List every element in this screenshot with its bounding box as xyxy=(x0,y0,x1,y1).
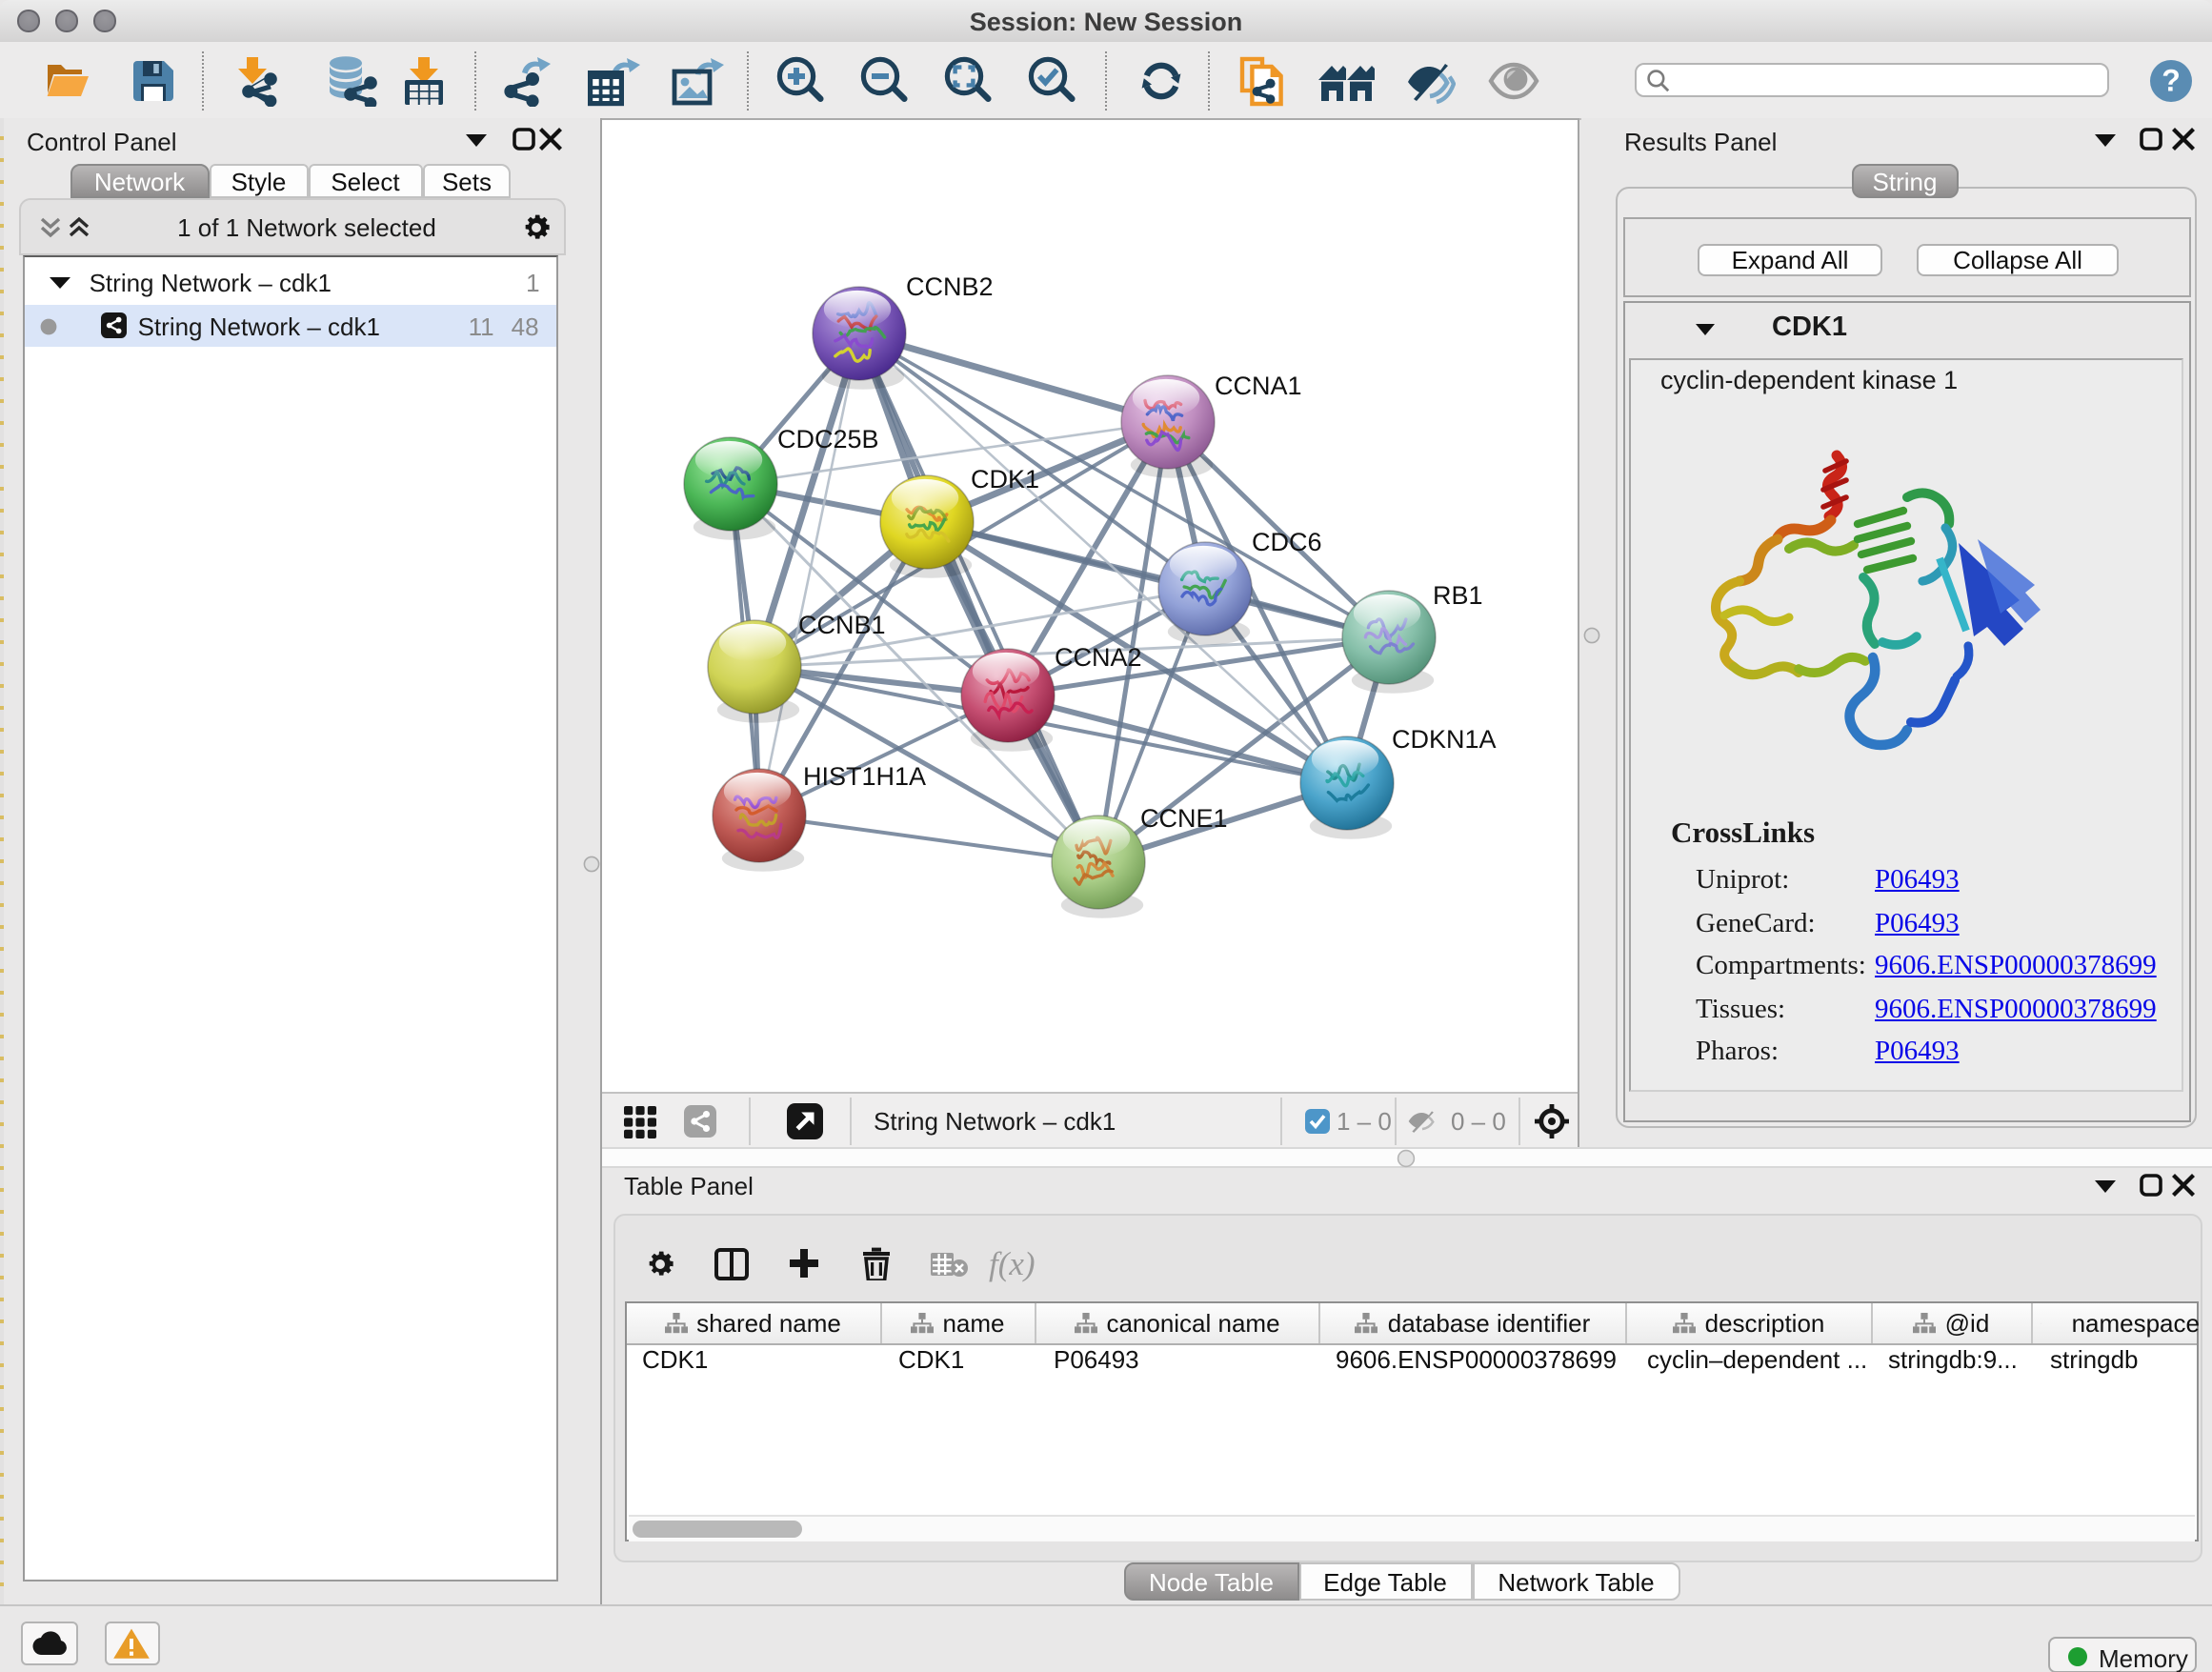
svg-text:CDC25B: CDC25B xyxy=(776,425,878,453)
svg-text:CCNA2: CCNA2 xyxy=(1054,643,1141,672)
svg-text:CDC6: CDC6 xyxy=(1251,528,1321,556)
svg-text:CCNA1: CCNA1 xyxy=(1214,372,1301,400)
svg-text:CCNB1: CCNB1 xyxy=(797,611,885,639)
svg-text:CCNB2: CCNB2 xyxy=(905,272,993,301)
svg-text:HIST1H1A: HIST1H1A xyxy=(802,762,925,791)
svg-text:CDK1: CDK1 xyxy=(970,465,1038,494)
svg-text:RB1: RB1 xyxy=(1432,581,1482,610)
svg-text:CCNE1: CCNE1 xyxy=(1139,804,1227,833)
svg-text:?: ? xyxy=(2162,63,2181,97)
svg-text:CDKN1A: CDKN1A xyxy=(1391,725,1496,754)
